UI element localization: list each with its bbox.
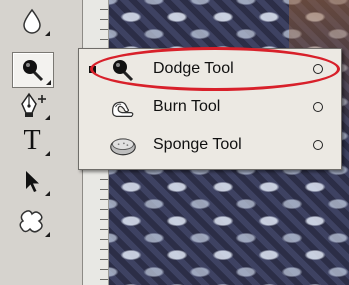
shortcut-circle-icon — [313, 64, 323, 74]
menu-item-sponge-tool[interactable]: Sponge Tool — [79, 127, 341, 165]
custom-shape-tool-button[interactable] — [12, 205, 52, 239]
burn-icon — [109, 95, 137, 121]
submenu-indicator-icon — [45, 31, 50, 36]
menu-item-dodge-tool[interactable]: Dodge Tool — [79, 51, 341, 89]
submenu-indicator-icon — [45, 151, 50, 156]
type-tool-button[interactable]: T — [12, 124, 52, 158]
sponge-icon — [109, 133, 137, 159]
dodge-tool-flyout-menu: Dodge Tool Burn Tool Sponge Tool — [78, 48, 342, 170]
shortcut-circle-icon — [313, 140, 323, 150]
drop-icon — [23, 8, 41, 34]
tools-panel: T — [0, 0, 83, 285]
selected-indicator-icon — [89, 66, 96, 73]
menu-item-label: Dodge Tool — [153, 60, 234, 77]
menu-item-label: Burn Tool — [153, 98, 221, 115]
submenu-indicator-icon — [45, 191, 50, 196]
submenu-indicator-icon — [45, 115, 50, 120]
dodge-tool-button[interactable] — [12, 52, 54, 88]
arrow-cursor-icon — [26, 171, 39, 192]
dodge-icon — [109, 57, 137, 83]
shape-icon — [19, 210, 43, 233]
blur-tool-button[interactable] — [12, 4, 52, 38]
pen-plus-icon — [21, 92, 46, 117]
menu-item-burn-tool[interactable]: Burn Tool — [79, 89, 341, 127]
submenu-indicator-icon — [46, 80, 51, 85]
dodge-icon — [23, 60, 44, 82]
menu-item-label: Sponge Tool — [153, 136, 242, 153]
shortcut-circle-icon — [313, 102, 323, 112]
pen-tool-button[interactable] — [12, 88, 52, 122]
type-icon: T — [23, 125, 41, 156]
path-selection-tool-button[interactable] — [12, 164, 52, 198]
submenu-indicator-icon — [45, 232, 50, 237]
